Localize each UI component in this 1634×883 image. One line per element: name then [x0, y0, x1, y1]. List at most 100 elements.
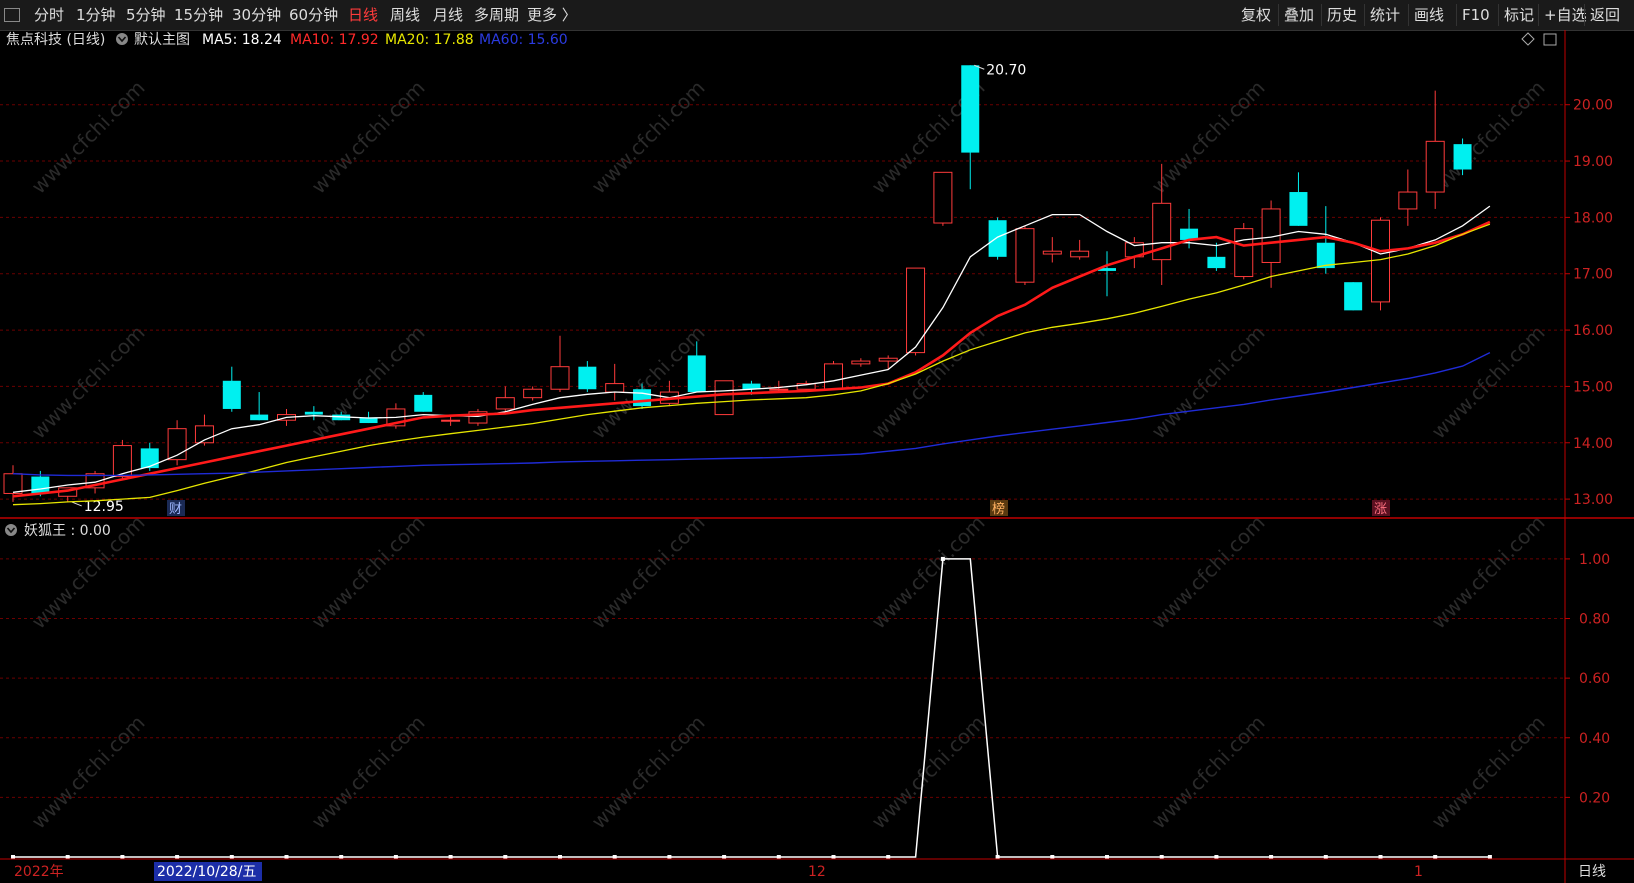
candle-body-up: [1425, 140, 1445, 193]
price-tick-label: 17.00: [1573, 267, 1613, 283]
indicator-point: [11, 855, 15, 859]
watermark-text: www.cfchi.com: [1147, 76, 1270, 199]
indicator-point: [1433, 855, 1438, 859]
price-tick-label: 16.00: [1573, 323, 1613, 339]
watermark-text: www.cfchi.com: [1147, 511, 1270, 634]
indicator-point: [558, 855, 562, 859]
period-tab-5[interactable]: 60分钟: [289, 0, 338, 30]
indicator-point: [886, 855, 891, 859]
candle-body-up: [495, 397, 515, 410]
main-grid: [0, 104, 1565, 500]
tool-button-3[interactable]: 统计: [1370, 0, 1400, 30]
indicator-point: [503, 855, 508, 859]
indicator-point: [940, 556, 945, 561]
candle-body-up: [933, 171, 953, 224]
indicator-point: [229, 855, 234, 859]
tool-button-6[interactable]: 标记: [1504, 0, 1534, 30]
candle-body-down: [687, 355, 706, 393]
indicator-point: [1323, 855, 1328, 859]
watermark-text: www.cfchi.com: [1147, 711, 1270, 834]
tool-button-0[interactable]: 复权: [1241, 0, 1271, 30]
tool-button-4[interactable]: 画线: [1414, 0, 1444, 30]
period-tab-9[interactable]: 多周期: [474, 0, 519, 30]
candle-body-down: [304, 411, 323, 415]
sub-grid: [0, 558, 1565, 798]
indicator-point: [995, 855, 1000, 859]
period-tab-0[interactable]: 分时: [34, 0, 64, 30]
month-label-12: 12: [808, 864, 826, 880]
indicator-point: [831, 855, 836, 859]
tool-button-8[interactable]: 返回: [1590, 0, 1620, 30]
indicator-point: [1487, 855, 1492, 859]
watermark-text: www.cfchi.com: [27, 711, 150, 834]
candle-body-up: [441, 419, 461, 422]
watermark-text: www.cfchi.com: [1427, 511, 1550, 634]
candle-body-down: [140, 448, 159, 469]
cursor-date-label: 2022/10/28/五: [157, 864, 256, 880]
stock-chart[interactable]: www.cfchi.com www.cfchi.com www.cfchi.com w…: [0, 30, 1634, 883]
ma20-legend: MA20: 17.88: [385, 32, 474, 48]
indicator-tick-label: 0.60: [1579, 671, 1610, 687]
price-tick-label: 15.00: [1573, 379, 1613, 395]
period-tab-7[interactable]: 周线: [390, 0, 420, 30]
yaohuwang-line: [11, 556, 1492, 859]
template-dropdown-icon[interactable]: [116, 33, 128, 45]
watermark-text: www.cfchi.com: [27, 76, 150, 199]
indicator-point: [65, 855, 70, 859]
period-indicator[interactable]: 日线: [1578, 864, 1606, 880]
watermark-text: www.cfchi.com: [867, 321, 990, 444]
candlestick-series: 20.7012.95: [3, 62, 1472, 515]
candle-body-down: [414, 394, 433, 412]
toolbar-separator: [1408, 4, 1409, 26]
price-tick-label: 13.00: [1573, 492, 1613, 508]
candle-body-down: [961, 65, 980, 153]
template-label[interactable]: 默认主图: [134, 32, 190, 48]
period-tab-10[interactable]: 更多 〉: [527, 0, 577, 30]
indicator-point: [120, 855, 125, 859]
period-tab-4[interactable]: 30分钟: [232, 0, 281, 30]
indicator-legend: 妖狐王 : 0.00: [24, 523, 111, 539]
diamond-icon[interactable]: [1521, 32, 1535, 46]
tool-button-5[interactable]: F10: [1462, 0, 1490, 30]
stock-name-legend: 焦点科技 (日线): [6, 32, 105, 48]
indicator-tick-label: 1.00: [1579, 552, 1610, 568]
watermark-text: www.cfchi.com: [307, 321, 430, 444]
period-tab-2[interactable]: 5分钟: [126, 0, 166, 30]
candle-body-up: [878, 357, 898, 362]
ma10-legend: MA10: 17.92: [290, 32, 379, 48]
toolbar-separator: [1538, 4, 1539, 26]
watermark-layer: www.cfchi.com www.cfchi.com www.cfchi.com w…: [27, 76, 1550, 834]
toolbar-separator: [1364, 4, 1365, 26]
indicator-point: [1378, 855, 1383, 859]
toolbar-separator: [1456, 4, 1457, 26]
ma5-legend: MA5: 18.24: [202, 32, 282, 48]
candle-body-down: [222, 380, 241, 409]
tool-button-1[interactable]: 叠加: [1284, 0, 1314, 30]
candle-body-up: [1371, 219, 1390, 303]
tool-button-7[interactable]: +自选: [1544, 0, 1587, 30]
tool-button-2[interactable]: 历史: [1327, 0, 1357, 30]
period-tab-3[interactable]: 15分钟: [174, 0, 223, 30]
indicator-dropdown-icon[interactable]: [5, 524, 17, 536]
watermark-text: www.cfchi.com: [1427, 76, 1550, 199]
window-icon[interactable]: [4, 8, 20, 22]
indicator-point: [776, 855, 781, 859]
period-tab-1[interactable]: 1分钟: [76, 0, 116, 30]
indicator-point: [1050, 855, 1055, 859]
candle-body-down: [988, 220, 1007, 257]
indicator-point: [612, 855, 617, 859]
indicator-tick-label: 0.40: [1579, 731, 1610, 747]
period-tab-6[interactable]: 日线: [348, 0, 378, 30]
candle-body-down: [31, 476, 50, 494]
toolbar-separator: [1278, 4, 1279, 26]
month-label-1: 1: [1414, 864, 1423, 880]
indicator-line: [13, 558, 1490, 858]
candle-body-up: [769, 388, 789, 391]
indicator-tick-label: 0.20: [1579, 790, 1610, 806]
indicator-tick-label: 0.80: [1579, 612, 1610, 628]
period-tab-8[interactable]: 月线: [433, 0, 463, 30]
top-toolbar: 分时 1分钟 5分钟 15分钟 30分钟 60分钟 日线 周线 月线 多周期 更多 〉 复权 叠加 历史…: [0, 0, 1634, 31]
layout-icon[interactable]: [1543, 33, 1557, 46]
toolbar-separator: [1321, 4, 1322, 26]
candle-body-up: [605, 383, 625, 393]
